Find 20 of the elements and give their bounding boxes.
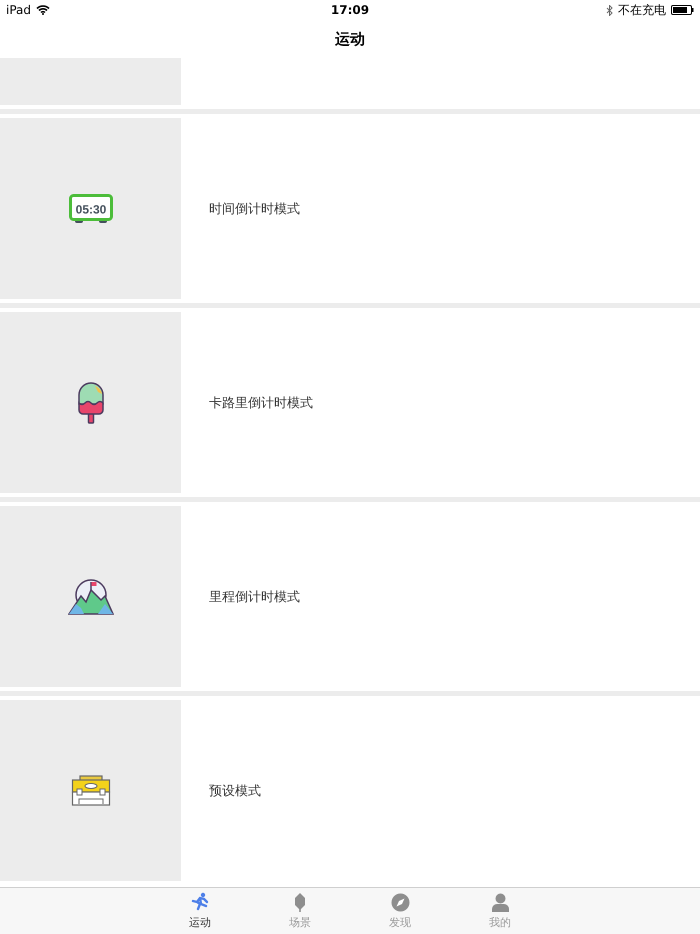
toolbox-icon — [70, 774, 110, 806]
mode-label: 里程倒计时模式 — [208, 588, 300, 606]
mountain-flag-icon — [68, 578, 114, 616]
charging-status: 不在充电 — [618, 2, 666, 18]
popsicle-icon — [76, 382, 104, 424]
mode-label: 卡路里倒计时模式 — [208, 394, 313, 412]
clock-time: 17:09 — [330, 3, 370, 17]
bluetooth-icon — [606, 4, 614, 16]
mode-label: 预设模式 — [208, 782, 261, 800]
compass-icon — [390, 892, 410, 912]
device-name: iPad — [6, 3, 32, 17]
alarm-clock-icon: 05:30 — [68, 194, 112, 224]
battery-icon — [671, 5, 694, 15]
mode-label: 时间倒计时模式 — [208, 200, 300, 218]
leaf-icon — [293, 892, 307, 912]
person-icon — [490, 892, 510, 912]
tab-item[interactable]: 运动 — [150, 888, 250, 934]
wifi-icon — [36, 5, 50, 15]
runner-icon — [191, 892, 209, 912]
nav-title: 运动 — [335, 30, 365, 48]
